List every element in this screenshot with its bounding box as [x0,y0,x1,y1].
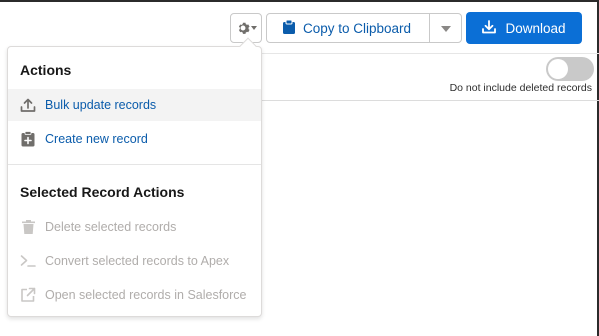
content-divider [262,100,599,101]
deleted-records-toggle-label: Do not include deleted records [449,82,592,94]
terminal-icon [20,253,36,269]
menu-item-bulk-update[interactable]: Bulk update records [8,89,261,121]
new-record-icon [20,131,36,147]
trash-icon [20,219,36,235]
gear-icon [236,21,250,35]
chevron-down-icon [440,19,451,37]
copy-options-dropdown[interactable] [429,14,461,42]
chevron-down-icon [250,26,257,30]
menu-item-label: Delete selected records [45,220,177,234]
toggle-knob [548,59,568,79]
menu-item-label: Convert selected records to Apex [45,254,230,268]
header-divider [262,53,599,54]
menu-item-delete-selected[interactable]: Delete selected records [8,211,261,243]
menu-item-convert-apex[interactable]: Convert selected records to Apex [8,245,261,277]
download-button[interactable]: Download [466,12,582,44]
selected-actions-heading: Selected Record Actions [20,184,185,200]
app-frame: Copy to Clipboard Download Do not includ… [0,0,599,336]
menu-item-label: Open selected records in Salesforce [45,288,247,302]
menu-item-create-record[interactable]: Create new record [8,123,261,155]
deleted-records-toggle[interactable] [546,57,594,81]
menu-item-open-salesforce[interactable]: Open selected records in Salesforce [8,279,261,311]
upload-icon [20,97,36,113]
menu-divider [8,164,261,165]
actions-heading: Actions [20,62,72,78]
menu-item-label: Bulk update records [45,98,157,112]
actions-dropdown-menu: Actions Bulk update records Create new r… [7,37,262,317]
copy-button-group: Copy to Clipboard [266,13,462,43]
copy-to-clipboard-button[interactable]: Copy to Clipboard [267,14,429,42]
download-button-label: Download [505,20,566,36]
external-link-icon [20,287,36,303]
download-icon [482,19,497,37]
copy-button-label: Copy to Clipboard [303,20,412,36]
menu-item-label: Create new record [45,132,148,146]
clipboard-icon [283,19,295,37]
